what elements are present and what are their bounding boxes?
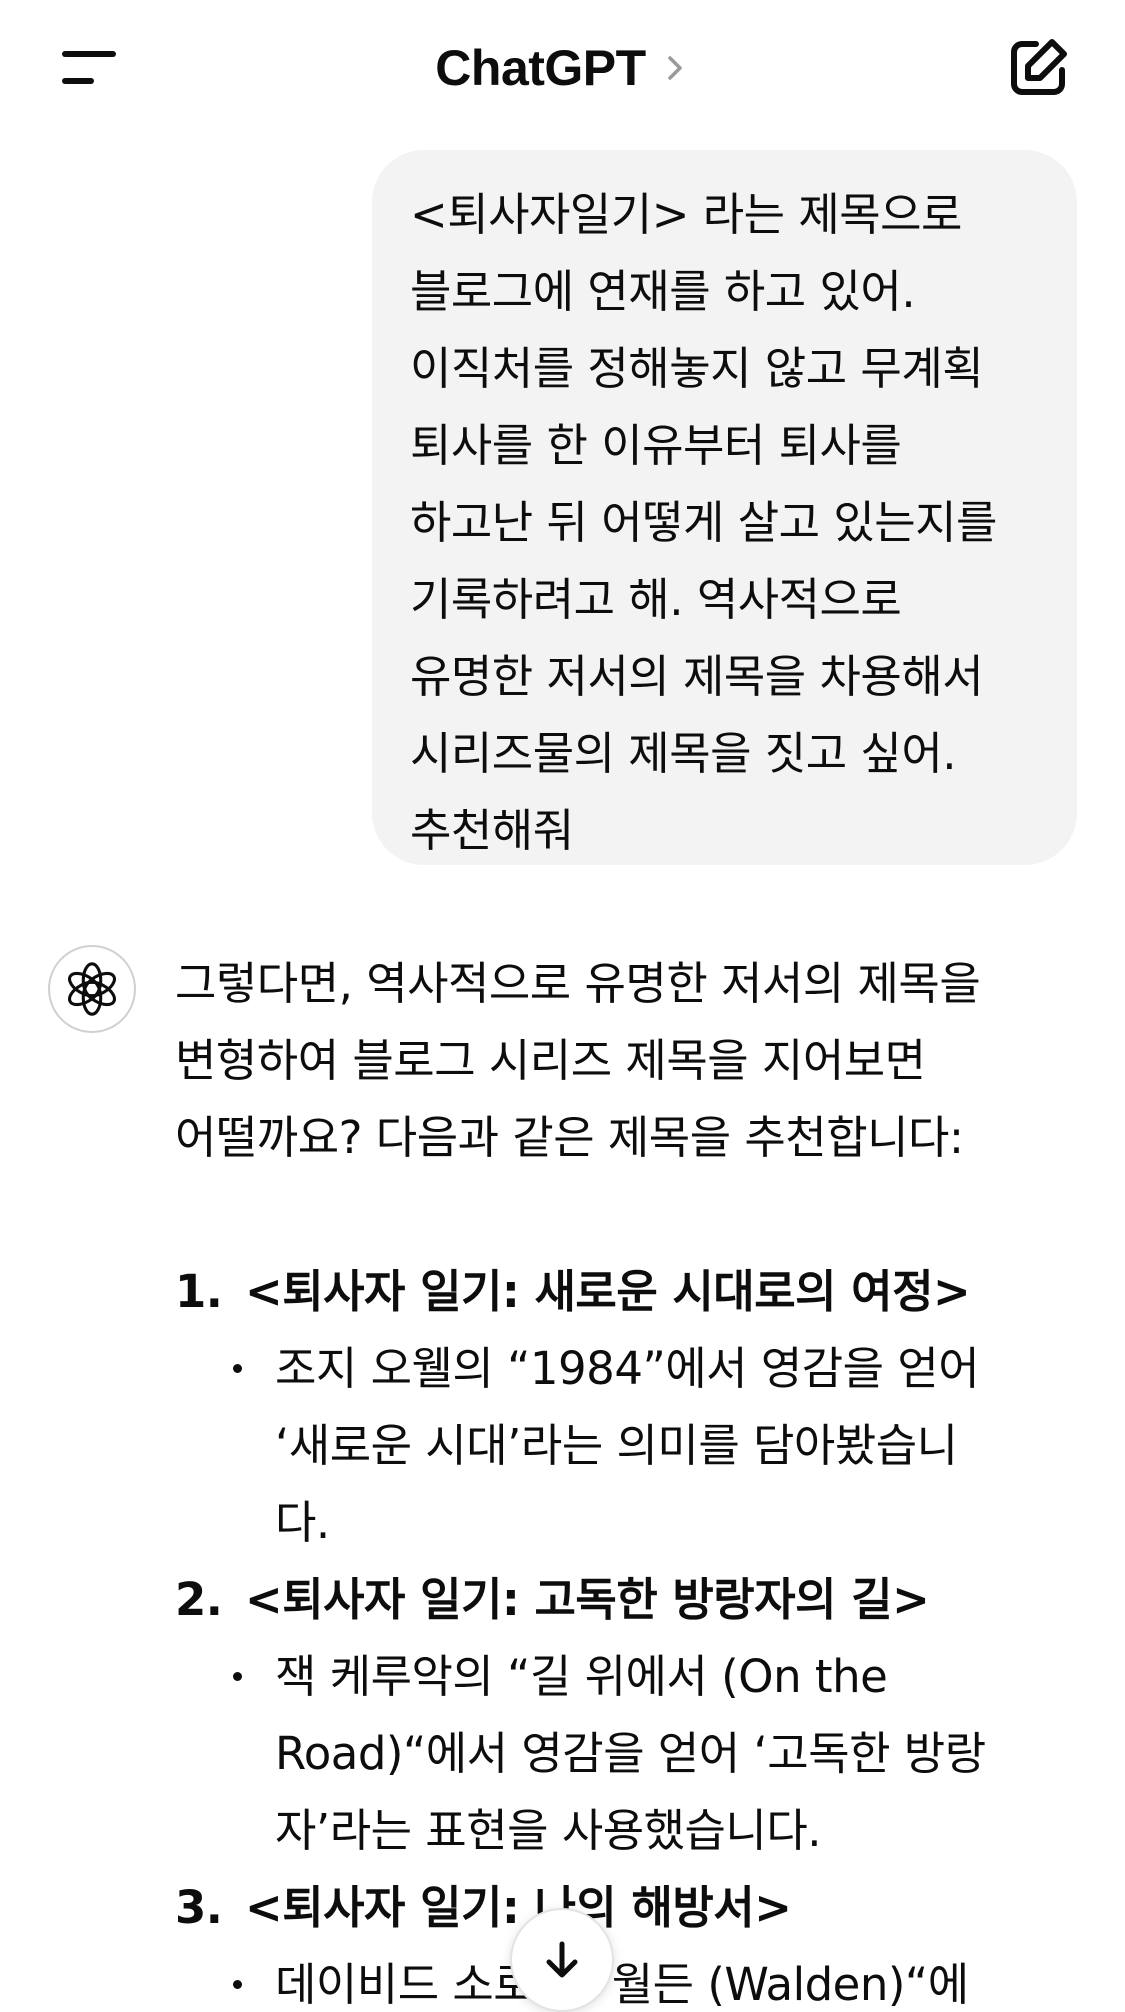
openai-logo-icon-svg: [67, 962, 117, 1016]
user-message-line: 이직처를 정해놓지 않고 무계획: [410, 342, 984, 395]
user-message-line: 블로그에 연재를 하고 있어.: [410, 265, 916, 318]
model-selector-button[interactable]: ChatGPT: [435, 38, 689, 98]
bullet-dot: [233, 1672, 242, 1681]
numbered-list-item: 3. <퇴사자 일기: 나의 해방서>: [175, 1869, 1075, 1946]
user-message-line: 유명한 저서의 제목을 차용해서: [410, 650, 984, 703]
top-bar: ChatGPT: [0, 0, 1125, 130]
scroll-to-bottom-button[interactable]: [510, 1908, 614, 2012]
bullet-point: 조지 오웰의 “1984”에서 영감을 얻어 ‘새로운 시대’라는 의미를 담아…: [175, 1330, 1075, 1561]
assistant-intro-line: 그렇다면, 역사적으로 유명한 저서의 제목을: [175, 957, 981, 1010]
bullet-line: 다.: [275, 1496, 330, 1549]
bullet-line: 자’라는 표현을 사용했습니다.: [275, 1804, 822, 1857]
chat-screen: ChatGPT <퇴사자일기> 라는 제목으로 블로그에 연재를 하고 있어. …: [0, 0, 1125, 2012]
app-title: ChatGPT: [435, 40, 646, 96]
user-message-line: 시리즈물의 제목을 짓고 싶어.: [410, 727, 957, 780]
bullet-line: 조지 오웰의 “1984”에서 영감을 얻어: [275, 1342, 980, 1395]
assistant-intro-line: 변형하여 블로그 시리즈 제목을 지어보면: [175, 1034, 926, 1087]
openai-logo-icon: [48, 945, 136, 1033]
new-chat-icon[interactable]: [1006, 36, 1070, 100]
assistant-intro-line: 어떨까요? 다음과 같은 제목을 추천합니다:: [175, 1111, 964, 1164]
bullet-line: 데이비드 소로의 “월든 (Walden)“에: [275, 1958, 969, 2011]
user-message-line: <퇴사자일기> 라는 제목으로: [410, 188, 962, 241]
user-message-bubble: <퇴사자일기> 라는 제목으로 블로그에 연재를 하고 있어. 이직처를 정해놓…: [372, 150, 1077, 865]
user-message-line: 퇴사를 한 이유부터 퇴사를: [410, 419, 902, 472]
assistant-message: 그렇다면, 역사적으로 유명한 저서의 제목을 변형하여 블로그 시리즈 제목을…: [175, 945, 1075, 2012]
list-item-title: <퇴사자 일기: 고독한 방랑자의 길>: [245, 1573, 930, 1626]
new-chat-icon-svg: [1011, 39, 1067, 95]
list-number: 3.: [175, 1881, 223, 1934]
bullet-line: 잭 케루악의 “길 위에서 (On the: [275, 1650, 888, 1703]
bullet-line: ‘새로운 시대’라는 의미를 담아봤습니: [275, 1419, 958, 1472]
bullet-point: 데이비드 소로의 “월든 (Walden)“에: [175, 1946, 1075, 2012]
user-message-line: 하고난 뒤 어떻게 살고 있는지를: [410, 496, 997, 549]
list-item-title: <퇴사자 일기: 새로운 시대로의 여정>: [245, 1265, 971, 1318]
chevron-right-icon: [667, 56, 682, 80]
list-item-title: <퇴사자 일기: 나의 해방서>: [245, 1881, 792, 1934]
bullet-dot: [233, 1980, 242, 1989]
list-number: 2.: [175, 1573, 223, 1626]
bullet-dot: [233, 1364, 242, 1373]
list-number: 1.: [175, 1265, 223, 1318]
user-message-line: 기록하려고 해. 역사적으로: [410, 573, 902, 626]
title-area: ChatGPT: [0, 38, 1125, 98]
numbered-list-item: 2. <퇴사자 일기: 고독한 방랑자의 길>: [175, 1561, 1075, 1638]
numbered-list-item: 1. <퇴사자 일기: 새로운 시대로의 여정>: [175, 1253, 1075, 1330]
bullet-point: 잭 케루악의 “길 위에서 (On the Road)“에서 영감을 얻어 ‘고…: [175, 1638, 1075, 1869]
user-message-line: 추천해줘: [410, 804, 574, 857]
arrow-down-icon: [546, 1941, 578, 1978]
bullet-line: Road)“에서 영감을 얻어 ‘고독한 방랑: [275, 1727, 986, 1780]
